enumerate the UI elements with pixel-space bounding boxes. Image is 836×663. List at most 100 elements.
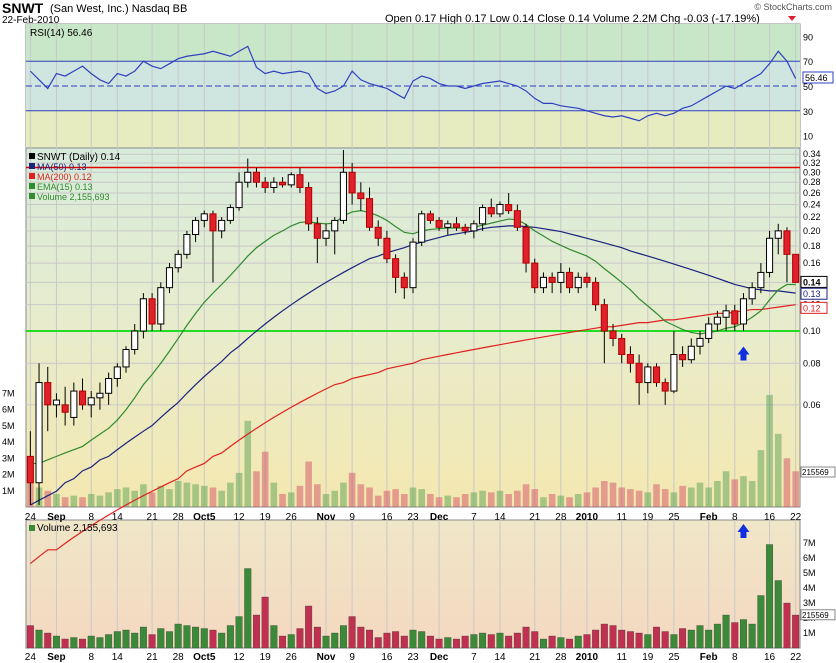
overlay-volume-bar [200, 485, 208, 507]
volume-bar [339, 625, 347, 649]
candle-body [174, 253, 182, 269]
volume-bar [192, 626, 200, 649]
candle-body [122, 348, 130, 368]
overlay-volume-bar [296, 485, 304, 507]
x-tick-label: 21 [529, 512, 541, 523]
candle-body [357, 192, 365, 200]
overlay-volume-bar [609, 482, 617, 507]
overlay-volume-bar [435, 497, 443, 507]
volume-bar [105, 634, 113, 649]
candle-body [209, 213, 217, 232]
overlay-volume-bar [340, 482, 347, 507]
price-tick-label: 0.32 [803, 158, 821, 168]
volume-bar [218, 632, 226, 649]
volume-bar [661, 631, 669, 649]
volume-bar [87, 635, 95, 649]
candle-body [78, 390, 87, 406]
candle-body [113, 366, 121, 379]
price-tick-label: 0.26 [803, 188, 821, 198]
volume-bar [426, 635, 434, 649]
overlay-volume-bar [157, 485, 165, 507]
overlay-volume-bar [687, 487, 695, 507]
volume-bar [226, 625, 234, 649]
volume-bar [757, 595, 765, 649]
x-tick-label: 24 [25, 652, 37, 663]
volume-bar [609, 625, 617, 649]
rsi-tick-label: 50 [803, 82, 813, 92]
overlay-volume-bar [279, 494, 286, 507]
x-tick-label: 7 [471, 652, 477, 663]
volume-bar [574, 635, 582, 649]
candle-body [783, 230, 791, 255]
volume-bar [244, 568, 252, 649]
x-tick-label: 19 [260, 512, 272, 523]
candle-body [235, 181, 243, 209]
x-tick-label: 28 [173, 512, 185, 523]
volume-bar [435, 638, 443, 649]
rsi-tick-label: 30 [803, 107, 813, 117]
legend-swatch [29, 163, 35, 169]
candle-body [313, 223, 321, 239]
candle-body [574, 276, 582, 289]
volume-bar [383, 632, 391, 649]
candle-body [87, 397, 95, 406]
candle-body [287, 174, 295, 186]
volume-last-label: 215569 [802, 611, 829, 620]
legend-swatch [29, 153, 35, 159]
x-tick-label: Sep [47, 512, 65, 523]
overlay-volume-bar [166, 489, 173, 507]
volume-bar [70, 637, 78, 649]
volume-bar [644, 634, 652, 649]
rsi-legend: RSI(14) 56.46 [30, 28, 93, 39]
overlay-volume-bar [61, 497, 69, 507]
overlay-volume-bar [740, 476, 747, 507]
overlay-volume-bar [453, 497, 460, 507]
candle-body [252, 171, 261, 183]
overlay-volume-bar [661, 489, 669, 507]
x-tick-label: 21 [147, 512, 159, 523]
x-tick-label: 12 [234, 512, 246, 523]
candle [792, 253, 800, 283]
overlay-volume-bar [253, 471, 260, 507]
price-tick-label: 0.34 [803, 149, 821, 159]
volume-bar [139, 626, 147, 649]
candle-body [679, 354, 687, 361]
x-tick-label: Sep [47, 652, 65, 663]
volume-bar [566, 638, 573, 649]
volume-bar [183, 625, 191, 649]
volume-legend: Volume 2,155,693 [37, 523, 118, 534]
candle-body [131, 330, 139, 350]
x-tick-label: 14 [494, 512, 506, 523]
candle [418, 210, 426, 247]
last-ma50-label: 0.13 [803, 289, 821, 299]
overlay-volume-bar [574, 494, 582, 507]
price-tick-label: 0.08 [803, 358, 821, 368]
x-tick-label: 25 [668, 512, 680, 523]
candle-body [348, 171, 356, 194]
candle-body [670, 354, 678, 392]
candle-body [192, 219, 200, 236]
legend-entry: EMA(15) 0.13 [37, 182, 93, 192]
candle [157, 282, 165, 332]
candle-body [583, 276, 591, 283]
symbol: SNWT [2, 0, 44, 16]
last-ma200-label: 0.12 [803, 303, 821, 313]
volume-bar [740, 619, 747, 649]
price-tick-label: 0.06 [803, 400, 821, 410]
overlay-volume-bar [427, 494, 434, 507]
candle-body [479, 207, 487, 225]
candle-body [409, 241, 417, 289]
candle-body [626, 354, 634, 364]
x-tick-label: 19 [260, 652, 272, 663]
candle-body [383, 237, 391, 260]
overlay-volume-bar [679, 485, 686, 507]
x-tick-label: 23 [407, 512, 419, 523]
volume-bar [357, 626, 365, 649]
volume-bar [44, 632, 52, 649]
volume-bar [539, 638, 547, 649]
overlay-volume-bar [409, 487, 417, 507]
x-tick-label: 22 [790, 512, 802, 523]
volume-bar [96, 637, 104, 649]
candle-body [26, 455, 34, 484]
x-tick-label: 2010 [576, 652, 599, 663]
